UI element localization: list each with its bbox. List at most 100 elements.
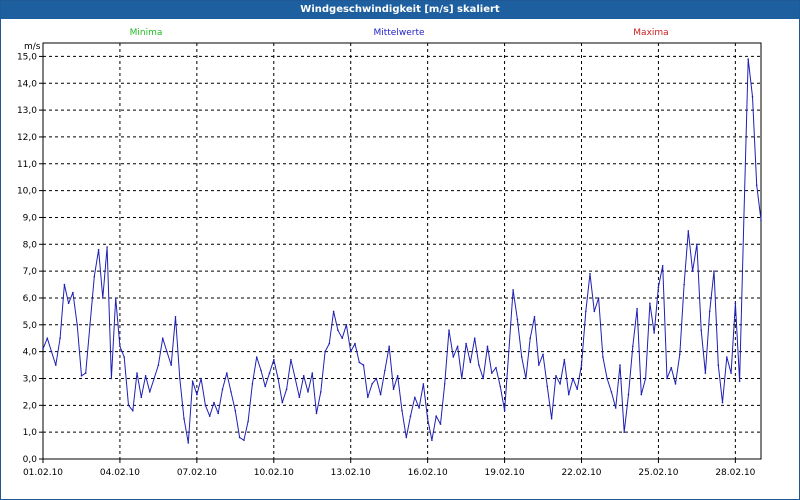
data-point (371, 383, 373, 385)
data-point (597, 297, 600, 299)
data-point (191, 380, 194, 383)
data-point (157, 364, 160, 366)
x-axis-ticks: 01.02.10 04.02.10 07.02.10 10.02.10 13.02.10… (23, 459, 756, 478)
x-tick-label: 04.02.10 (100, 468, 140, 478)
data-point (439, 423, 442, 425)
data-point (285, 388, 288, 391)
data-point (119, 345, 121, 348)
data-point (747, 58, 749, 60)
data-point (593, 310, 596, 313)
data-point (217, 412, 219, 415)
data-point (114, 297, 117, 299)
data-point (627, 393, 630, 396)
data-point (414, 396, 416, 399)
data-point (666, 377, 668, 380)
data-point (491, 372, 493, 374)
data-point (149, 391, 151, 393)
data-point (213, 401, 215, 404)
data-point (516, 318, 519, 321)
data-point (298, 396, 301, 399)
data-point (388, 345, 391, 348)
data-point (751, 95, 754, 98)
data-point (345, 324, 348, 326)
data-point (533, 316, 536, 318)
data-point (687, 230, 690, 232)
data-point (691, 270, 694, 272)
data-point (486, 345, 489, 348)
data-point (585, 310, 587, 313)
data-point (204, 404, 207, 407)
data-point (606, 377, 608, 380)
data-point (730, 372, 732, 374)
y-axis-ticks: 0,0 1,0 2,0 3,0 4,0 5,0 6,0 7,0 8,0 9,0 10,0 11,0 12… (17, 52, 43, 465)
data-point (273, 358, 275, 361)
y-tick-label: 15,0 (17, 52, 37, 62)
data-point (123, 356, 125, 358)
data-point (170, 364, 172, 366)
data-point (602, 356, 604, 358)
y-tick-label: 1,0 (23, 428, 38, 438)
x-tick-label: 22.02.10 (561, 468, 601, 478)
data-point (144, 375, 147, 377)
data-point (550, 417, 553, 420)
data-point (110, 377, 113, 380)
data-point (538, 364, 540, 366)
data-point (302, 375, 305, 377)
y-tick-label: 5,0 (23, 321, 38, 331)
data-point (226, 372, 228, 374)
data-point (281, 401, 284, 404)
data-point (367, 396, 369, 399)
y-tick-label: 2,0 (23, 401, 38, 411)
data-point (153, 377, 155, 380)
data-point (354, 342, 356, 345)
data-point (362, 364, 365, 366)
data-point (619, 364, 621, 366)
y-tick-label: 6,0 (23, 294, 38, 304)
data-point (358, 361, 361, 364)
legend-maxima: Maxima (633, 28, 668, 38)
plot-area (42, 42, 762, 460)
data-point (324, 350, 326, 353)
data-point (704, 372, 707, 374)
data-point (640, 393, 643, 396)
data-point (341, 337, 344, 340)
x-tick-label: 10.02.10 (254, 468, 294, 478)
data-point (174, 316, 177, 318)
data-point (208, 415, 211, 417)
data-point (610, 391, 613, 393)
data-point (221, 388, 224, 391)
data-point (332, 310, 335, 313)
data-point (495, 366, 497, 369)
x-tick-label: 07.02.10 (177, 468, 217, 478)
y-tick-label: 4,0 (23, 348, 38, 358)
data-point (653, 332, 655, 334)
x-tick-label: 01.02.10 (23, 468, 63, 478)
data-point (734, 302, 737, 305)
data-point (456, 345, 459, 348)
data-point (320, 391, 322, 393)
data-point (567, 393, 570, 396)
data-point (409, 415, 412, 417)
data-point (179, 377, 181, 380)
data-point (473, 337, 476, 340)
data-point (661, 265, 664, 267)
data-point (401, 409, 403, 412)
data-point (290, 358, 292, 361)
data-point (738, 380, 741, 383)
data-point (247, 420, 249, 423)
data-point (63, 283, 66, 286)
data-point (431, 439, 433, 442)
data-point (349, 350, 352, 353)
data-point (418, 407, 420, 409)
y-tick-label: 3,0 (23, 374, 38, 384)
data-point (563, 358, 566, 361)
data-point (726, 356, 728, 358)
data-point (649, 302, 651, 305)
data-point (674, 383, 677, 385)
data-point (46, 337, 49, 340)
data-point (636, 307, 638, 310)
data-point (555, 375, 557, 377)
data-point (683, 283, 685, 286)
data-point (328, 342, 331, 345)
data-point (42, 348, 44, 350)
